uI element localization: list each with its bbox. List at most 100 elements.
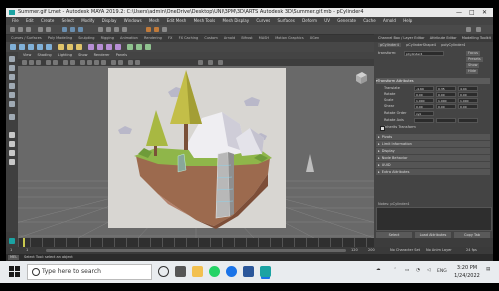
rotate-x-field[interactable]: 0.00 — [414, 92, 434, 97]
menu-display[interactable]: Display — [102, 18, 117, 23]
shelf-tab-curves-surfaces[interactable]: Curves / Surfaces — [11, 36, 42, 40]
shear-x-field[interactable]: 0.00 — [414, 104, 434, 109]
close-button[interactable]: ✕ — [482, 8, 487, 17]
menu-create[interactable]: Create — [41, 18, 54, 23]
camera-icon[interactable] — [22, 60, 27, 65]
camera-attributes-icon[interactable] — [29, 60, 34, 65]
last-tool-icon[interactable] — [9, 114, 15, 120]
menu-help[interactable]: Help — [403, 18, 412, 23]
translate-y-field[interactable]: 0.35 — [436, 86, 456, 91]
transform-name-field[interactable]: pCylinder4 — [404, 51, 444, 56]
shelf-tab-motion-graphics[interactable]: Motion Graphics — [275, 36, 303, 40]
menu-surfaces[interactable]: Surfaces — [278, 18, 295, 23]
resolution-gate-icon[interactable] — [70, 60, 75, 65]
notes-textarea[interactable] — [376, 207, 492, 231]
menu-windows[interactable]: Windows — [124, 18, 142, 23]
anim-layer-select[interactable]: No Anim Layer — [426, 247, 452, 254]
taskbar-search-box[interactable]: Type here to search — [27, 264, 152, 280]
isolate-select-icon[interactable] — [128, 60, 133, 65]
revolve-icon[interactable] — [88, 44, 94, 50]
whatsapp-icon[interactable] — [209, 266, 220, 277]
save-scene-icon[interactable] — [26, 27, 31, 32]
cortana-icon[interactable] — [158, 266, 169, 277]
shelf-tab-arnold[interactable]: Arnold — [224, 36, 235, 40]
menu-mesh-tools[interactable]: Mesh Tools — [194, 18, 216, 23]
distant-cone[interactable] — [306, 154, 314, 172]
rotate-order-select[interactable]: xyz — [414, 111, 434, 116]
tab-channel-box[interactable]: Channel Box / Layer Editor — [378, 36, 425, 40]
shelf-tab-rigging[interactable]: Rigging — [101, 36, 114, 40]
menu-file[interactable]: File — [12, 18, 19, 23]
shelf-tab-sculpting[interactable]: Sculpting — [78, 36, 94, 40]
rotate-z-field[interactable]: 0.00 — [458, 92, 478, 97]
fps-select[interactable]: 24 fps — [466, 247, 477, 254]
shelf-tab-rendering[interactable]: Rendering — [144, 36, 162, 40]
new-scene-icon[interactable] — [10, 27, 15, 32]
range-end-field[interactable]: 200 — [368, 247, 375, 254]
focus-button[interactable]: Focus — [466, 51, 480, 56]
range-slider[interactable] — [46, 249, 346, 252]
presets-button[interactable]: Presets — [466, 57, 483, 62]
color-management-icon[interactable] — [218, 60, 223, 65]
select-hierarchy-icon[interactable] — [62, 27, 67, 32]
loft-icon[interactable] — [97, 44, 103, 50]
section-extra-attributes[interactable]: ▸ Extra Attributes — [376, 169, 490, 175]
menu-deform[interactable]: Deform — [302, 18, 317, 23]
cloud-weather-icon[interactable]: ☁ — [376, 267, 381, 289]
viewport-menu-view[interactable]: View — [23, 53, 31, 57]
side-by-side-view-icon[interactable] — [9, 150, 15, 156]
view-cube[interactable] — [354, 70, 368, 84]
time-slider[interactable] — [18, 238, 374, 247]
redo-icon[interactable] — [46, 27, 51, 32]
menu-modify[interactable]: Modify — [81, 18, 94, 23]
menu-edit-mesh[interactable]: Edit Mesh — [167, 18, 187, 23]
four-view-icon[interactable] — [9, 141, 15, 147]
translate-z-field[interactable]: 4.04 — [458, 86, 478, 91]
menu-uv[interactable]: UV — [324, 18, 330, 23]
lasso-tool-icon[interactable] — [9, 65, 15, 71]
windows-start-icon[interactable] — [9, 266, 20, 277]
menu-cache[interactable]: Cache — [363, 18, 375, 23]
nurbs-cone-icon[interactable] — [37, 44, 43, 50]
section-uuid[interactable]: ▸ UUID — [376, 162, 490, 168]
section-node-behavior[interactable]: ▸ Node Behavior — [376, 155, 490, 161]
rotate-tool-icon[interactable] — [9, 92, 15, 98]
load-attributes-button[interactable]: Load Attributes — [415, 232, 451, 238]
shear-y-field[interactable]: 0.00 — [436, 104, 456, 109]
chrome-icon[interactable] — [226, 266, 237, 277]
bevel-icon[interactable] — [127, 44, 133, 50]
viewport-menu-shading[interactable]: Shading — [37, 53, 51, 57]
extrude-icon[interactable] — [106, 44, 112, 50]
minimize-button[interactable]: — — [456, 8, 462, 17]
maximize-button[interactable]: □ — [469, 8, 475, 17]
menu-arnold[interactable]: Arnold — [383, 18, 396, 23]
select-tool-icon[interactable] — [9, 56, 15, 62]
select-component-icon[interactable] — [78, 27, 83, 32]
gamma-icon[interactable] — [208, 60, 213, 65]
selected-cylinder[interactable] — [215, 151, 234, 219]
planar-icon[interactable] — [115, 44, 121, 50]
file-explorer-icon[interactable] — [192, 266, 203, 277]
rotate-y-field[interactable]: 0.00 — [436, 92, 456, 97]
shelf-tab-poly-modeling[interactable]: Poly Modeling — [48, 36, 72, 40]
attach-icon[interactable] — [136, 44, 142, 50]
shelf-tab-bifrost[interactable]: Bifrost — [241, 36, 252, 40]
menu-select[interactable]: Select — [62, 18, 74, 23]
select-button[interactable]: Select — [376, 232, 412, 238]
wireframe-icon[interactable] — [80, 60, 85, 65]
nurbs-plane-icon[interactable] — [46, 44, 52, 50]
node-tab-transform[interactable]: pCylinder4 — [378, 43, 401, 47]
scale-z-field[interactable]: 1.000 — [458, 98, 478, 103]
snap-grid-icon[interactable] — [98, 27, 103, 32]
tray-chevron-icon[interactable]: ˄ — [394, 268, 396, 290]
section-pivots[interactable]: ▸ Pivots — [376, 134, 490, 140]
scale-x-field[interactable]: 1.000 — [414, 98, 434, 103]
rotate-axis-y-field[interactable] — [436, 118, 456, 123]
ep-curve-icon[interactable] — [67, 44, 73, 50]
task-view-icon[interactable] — [175, 266, 186, 277]
select-object-icon[interactable] — [70, 27, 75, 32]
render-frame-icon[interactable] — [146, 27, 151, 32]
bezier-curve-icon[interactable] — [76, 44, 82, 50]
shelf-tab-custom[interactable]: Custom — [204, 36, 217, 40]
playback-end-field[interactable]: 120 — [351, 247, 358, 254]
